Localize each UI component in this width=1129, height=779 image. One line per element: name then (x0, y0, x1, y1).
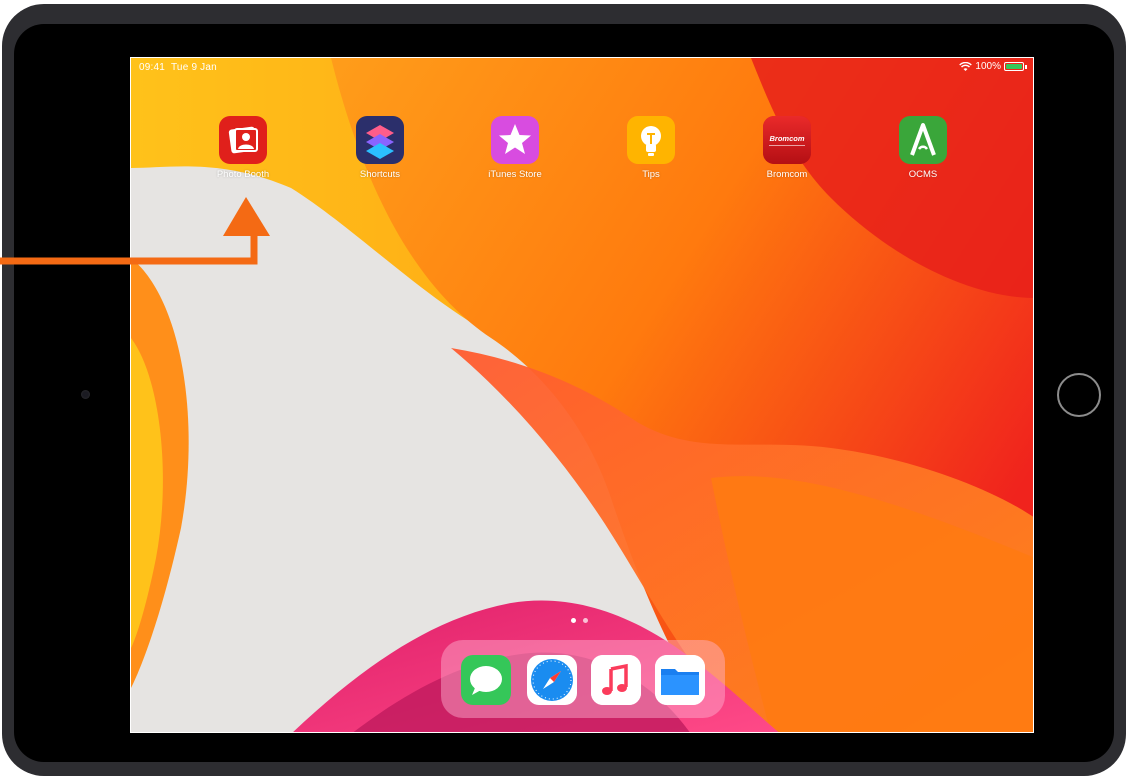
status-right: 100% (959, 61, 1027, 72)
tips-icon (627, 116, 675, 164)
ocms-icon (899, 116, 947, 164)
app-label: Bromcom (766, 169, 808, 180)
annotation-arrow (0, 197, 270, 265)
page-dot (571, 618, 576, 623)
page-indicator[interactable] (571, 618, 595, 624)
app-label: iTunes Store (488, 169, 542, 180)
app-ocms[interactable]: OCMS (883, 116, 963, 180)
app-itunes-store[interactable]: iTunes Store (475, 116, 555, 180)
files-icon[interactable] (655, 655, 705, 705)
app-shortcuts[interactable]: Shortcuts (340, 116, 420, 180)
app-bromcom[interactable]: Bromcom Bromcom (747, 116, 827, 180)
home-button[interactable] (1057, 373, 1101, 417)
battery-icon (1004, 62, 1024, 71)
app-tips[interactable]: Tips (611, 116, 691, 180)
front-camera (81, 390, 90, 399)
page-dot (583, 618, 588, 623)
app-label: OCMS (908, 169, 938, 180)
bromcom-icon: Bromcom (763, 116, 811, 164)
battery-percent: 100% (975, 61, 1001, 72)
safari-icon[interactable] (527, 655, 577, 705)
shortcuts-icon (356, 116, 404, 164)
itunes-store-icon (491, 116, 539, 164)
messages-icon[interactable] (461, 655, 511, 705)
app-label: Tips (642, 169, 660, 180)
dock (441, 640, 725, 718)
app-label: Shortcuts (359, 169, 401, 180)
wifi-icon (959, 61, 973, 71)
music-icon[interactable] (591, 655, 641, 705)
